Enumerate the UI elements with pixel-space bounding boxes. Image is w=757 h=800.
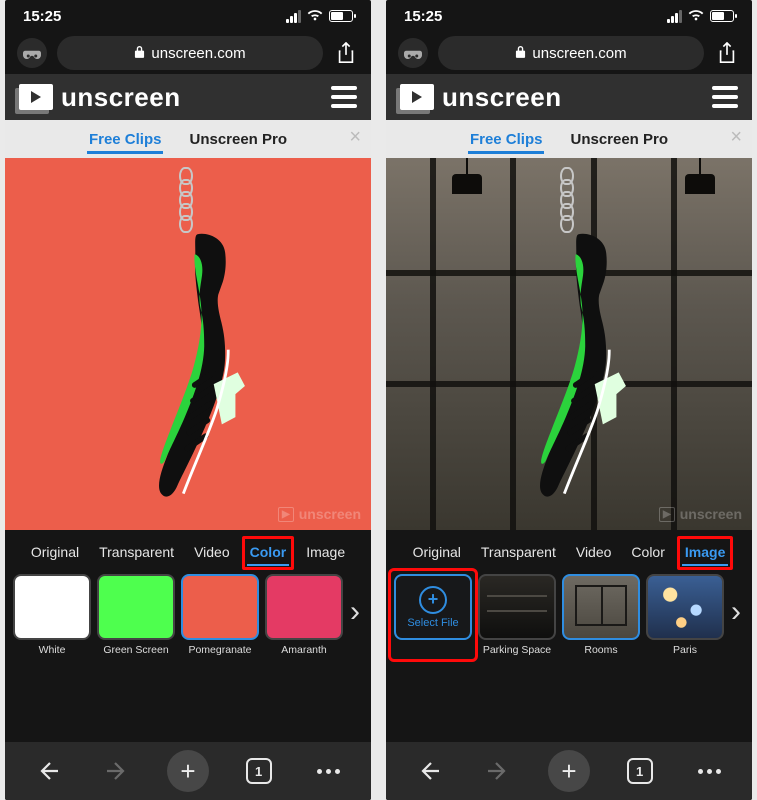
signal-icon xyxy=(667,10,682,23)
wifi-icon xyxy=(688,8,704,25)
phone-left: 15:25 unscreen.com xyxy=(5,0,371,800)
lock-icon xyxy=(134,45,145,62)
tab-count: 1 xyxy=(246,758,272,784)
swatch-label: Green Screen xyxy=(103,644,168,656)
more-button[interactable] xyxy=(689,751,729,791)
bg-tab-image[interactable]: Image xyxy=(304,542,347,562)
bg-tab-color-label: Color xyxy=(250,544,287,560)
preview-area: unscreen xyxy=(386,158,752,530)
privacy-icon[interactable] xyxy=(398,38,428,68)
tab-count: 1 xyxy=(627,758,653,784)
browser-toolbar: + 1 xyxy=(5,742,371,800)
forward-button[interactable] xyxy=(97,751,137,791)
image-tile-row: + Select File Parking Space Rooms Paris … xyxy=(386,568,752,674)
background-mode-tabs: Original Transparent Video Color Image xyxy=(5,530,371,568)
watermark: unscreen xyxy=(659,506,742,522)
color-swatch-green-screen[interactable]: Green Screen xyxy=(97,574,175,656)
swatch-label: Parking Space xyxy=(483,644,551,656)
brand[interactable]: unscreen xyxy=(19,82,181,113)
back-button[interactable] xyxy=(28,751,68,791)
status-time: 15:25 xyxy=(404,8,442,25)
tabs-button[interactable]: 1 xyxy=(620,751,660,791)
bg-tab-video[interactable]: Video xyxy=(192,542,232,562)
share-icon[interactable] xyxy=(714,40,740,66)
brand-name: unscreen xyxy=(442,82,562,113)
wifi-icon xyxy=(307,8,323,25)
watermark: unscreen xyxy=(278,506,361,522)
scroll-right-chevron[interactable]: › xyxy=(339,590,371,634)
swatch-label: Pomegranate xyxy=(188,644,251,656)
brand[interactable]: unscreen xyxy=(400,82,562,113)
bg-tab-transparent[interactable]: Transparent xyxy=(479,542,558,562)
browser-toolbar: + 1 xyxy=(386,742,752,800)
status-bar: 15:25 xyxy=(5,0,371,32)
plan-tabs: Free Clips Unscreen Pro × xyxy=(5,120,371,158)
status-bar: 15:25 xyxy=(386,0,752,32)
bg-tab-original[interactable]: Original xyxy=(411,542,463,562)
signal-icon xyxy=(286,10,301,23)
phone-right: 15:25 unscreen.com xyxy=(386,0,752,800)
back-button[interactable] xyxy=(409,751,449,791)
status-time: 15:25 xyxy=(23,8,61,25)
swatch-label: Rooms xyxy=(584,644,617,656)
bg-tab-color[interactable]: Color xyxy=(629,542,666,562)
image-tile-parking-space[interactable]: Parking Space xyxy=(478,574,556,656)
new-tab-button[interactable]: + xyxy=(548,750,590,792)
swatch-label: White xyxy=(39,644,66,656)
tabs-button[interactable]: 1 xyxy=(239,751,279,791)
foreground-subject xyxy=(78,167,298,507)
color-swatch-pomegranate[interactable]: Pomegranate xyxy=(181,574,259,656)
close-icon[interactable]: × xyxy=(730,126,742,149)
scroll-right-chevron[interactable]: › xyxy=(720,590,752,634)
shoe-icon xyxy=(81,200,362,525)
select-file-button[interactable]: + Select File xyxy=(394,574,472,656)
background-mode-tabs: Original Transparent Video Color Image xyxy=(386,530,752,568)
menu-button[interactable] xyxy=(331,86,357,108)
tab-unscreen-pro[interactable]: Unscreen Pro xyxy=(570,131,668,148)
address-domain: unscreen.com xyxy=(151,45,245,62)
brand-logo-icon xyxy=(19,84,53,110)
swatch-label: Amaranth xyxy=(281,644,327,656)
tab-unscreen-pro[interactable]: Unscreen Pro xyxy=(189,131,287,148)
plan-tabs: Free Clips Unscreen Pro × xyxy=(386,120,752,158)
tab-free-clips[interactable]: Free Clips xyxy=(89,131,162,148)
brand-name: unscreen xyxy=(61,82,181,113)
app-header: unscreen xyxy=(386,74,752,120)
shoe-icon xyxy=(462,200,743,525)
close-icon[interactable]: × xyxy=(349,126,361,149)
swatch-label: Paris xyxy=(673,644,697,656)
address-bar: unscreen.com xyxy=(5,32,371,74)
foreground-subject xyxy=(459,167,679,507)
forward-button[interactable] xyxy=(478,751,518,791)
battery-icon xyxy=(329,10,353,22)
image-tile-rooms[interactable]: Rooms xyxy=(562,574,640,656)
color-swatch-white[interactable]: White xyxy=(13,574,91,656)
plus-icon: + xyxy=(419,586,447,614)
select-file-label: Select File xyxy=(407,617,458,629)
app-header: unscreen xyxy=(5,74,371,120)
color-swatch-amaranth[interactable]: Amaranth xyxy=(265,574,343,656)
address-pill[interactable]: unscreen.com xyxy=(57,36,323,70)
bg-tab-transparent[interactable]: Transparent xyxy=(97,542,176,562)
lock-icon xyxy=(515,45,526,62)
share-icon[interactable] xyxy=(333,40,359,66)
tab-free-clips[interactable]: Free Clips xyxy=(470,131,543,148)
address-pill[interactable]: unscreen.com xyxy=(438,36,704,70)
address-bar: unscreen.com xyxy=(386,32,752,74)
preview-area: unscreen xyxy=(5,158,371,530)
brand-logo-icon xyxy=(400,84,434,110)
color-swatch-row: White Green Screen Pomegranate Amaranth … xyxy=(5,568,371,674)
battery-icon xyxy=(710,10,734,22)
more-button[interactable] xyxy=(308,751,348,791)
bg-tab-video[interactable]: Video xyxy=(574,542,614,562)
privacy-icon[interactable] xyxy=(17,38,47,68)
address-domain: unscreen.com xyxy=(532,45,626,62)
bg-tab-image-label: Image xyxy=(685,544,725,560)
bg-tab-original[interactable]: Original xyxy=(29,542,81,562)
new-tab-button[interactable]: + xyxy=(167,750,209,792)
image-tile-paris[interactable]: Paris xyxy=(646,574,724,656)
menu-button[interactable] xyxy=(712,86,738,108)
bg-tab-image[interactable]: Image xyxy=(683,542,727,562)
bg-tab-color[interactable]: Color xyxy=(248,542,289,562)
